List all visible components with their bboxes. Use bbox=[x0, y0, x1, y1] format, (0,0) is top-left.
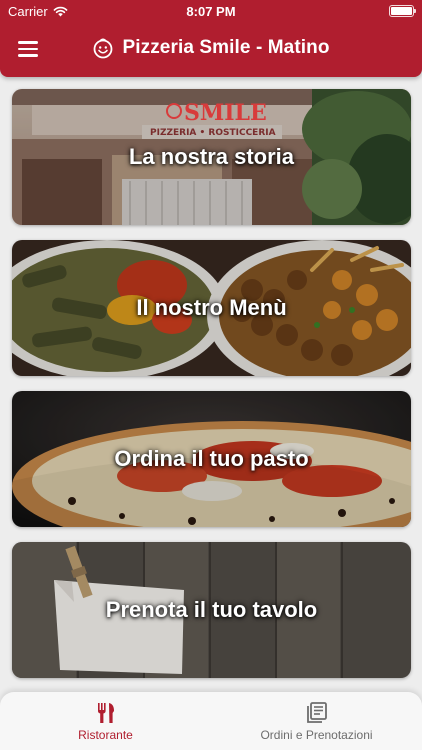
nav-bar: Pizzeria Smile - Matino bbox=[0, 22, 422, 77]
fork-knife-icon bbox=[97, 703, 114, 723]
tab-ordini-prenotazioni[interactable]: Ordini e Prenotazioni bbox=[211, 692, 422, 750]
tab-ristorante-label: Ristorante bbox=[78, 728, 133, 742]
facade-sign-text: SMILE bbox=[184, 100, 267, 126]
battery-icon bbox=[389, 5, 416, 17]
reservation-card[interactable]: Prenota il tuo tavolo bbox=[12, 542, 411, 678]
story-card[interactable]: SMILE PIZZERIA • ROSTICCERIA La nostra s… bbox=[12, 89, 411, 225]
status-time: 8:07 PM bbox=[186, 4, 236, 19]
reservation-card-label: Prenota il tuo tavolo bbox=[105, 597, 318, 622]
app-header: Carrier 8:07 PM Pizzeria Smile - Matino bbox=[0, 0, 422, 77]
menu-card[interactable]: Il nostro Menù bbox=[12, 240, 411, 376]
order-card-label: Ordina il tuo pasto bbox=[114, 446, 309, 471]
header-title-group: Pizzeria Smile - Matino bbox=[0, 37, 422, 59]
tab-ristorante[interactable]: Ristorante bbox=[0, 692, 211, 750]
orders-icon bbox=[306, 702, 327, 723]
smile-logo-icon bbox=[94, 38, 113, 59]
story-card-label: La nostra storia bbox=[128, 144, 295, 169]
facade-sign-subtext: PIZZERIA • ROSTICCERIA bbox=[150, 128, 276, 138]
tab-ordini-prenotazioni-label: Ordini e Prenotazioni bbox=[260, 728, 373, 742]
menu-card-label: Il nostro Menù bbox=[136, 295, 287, 320]
home-cards: SMILE PIZZERIA • ROSTICCERIA La nostra s… bbox=[12, 89, 411, 693]
order-card[interactable]: Ordina il tuo pasto bbox=[12, 391, 411, 527]
tab-bar: Ristorante Ordini e Prenotazioni bbox=[0, 692, 422, 750]
page-title: Pizzeria Smile - Matino bbox=[122, 37, 330, 58]
status-bar: Carrier 8:07 PM bbox=[0, 0, 422, 22]
